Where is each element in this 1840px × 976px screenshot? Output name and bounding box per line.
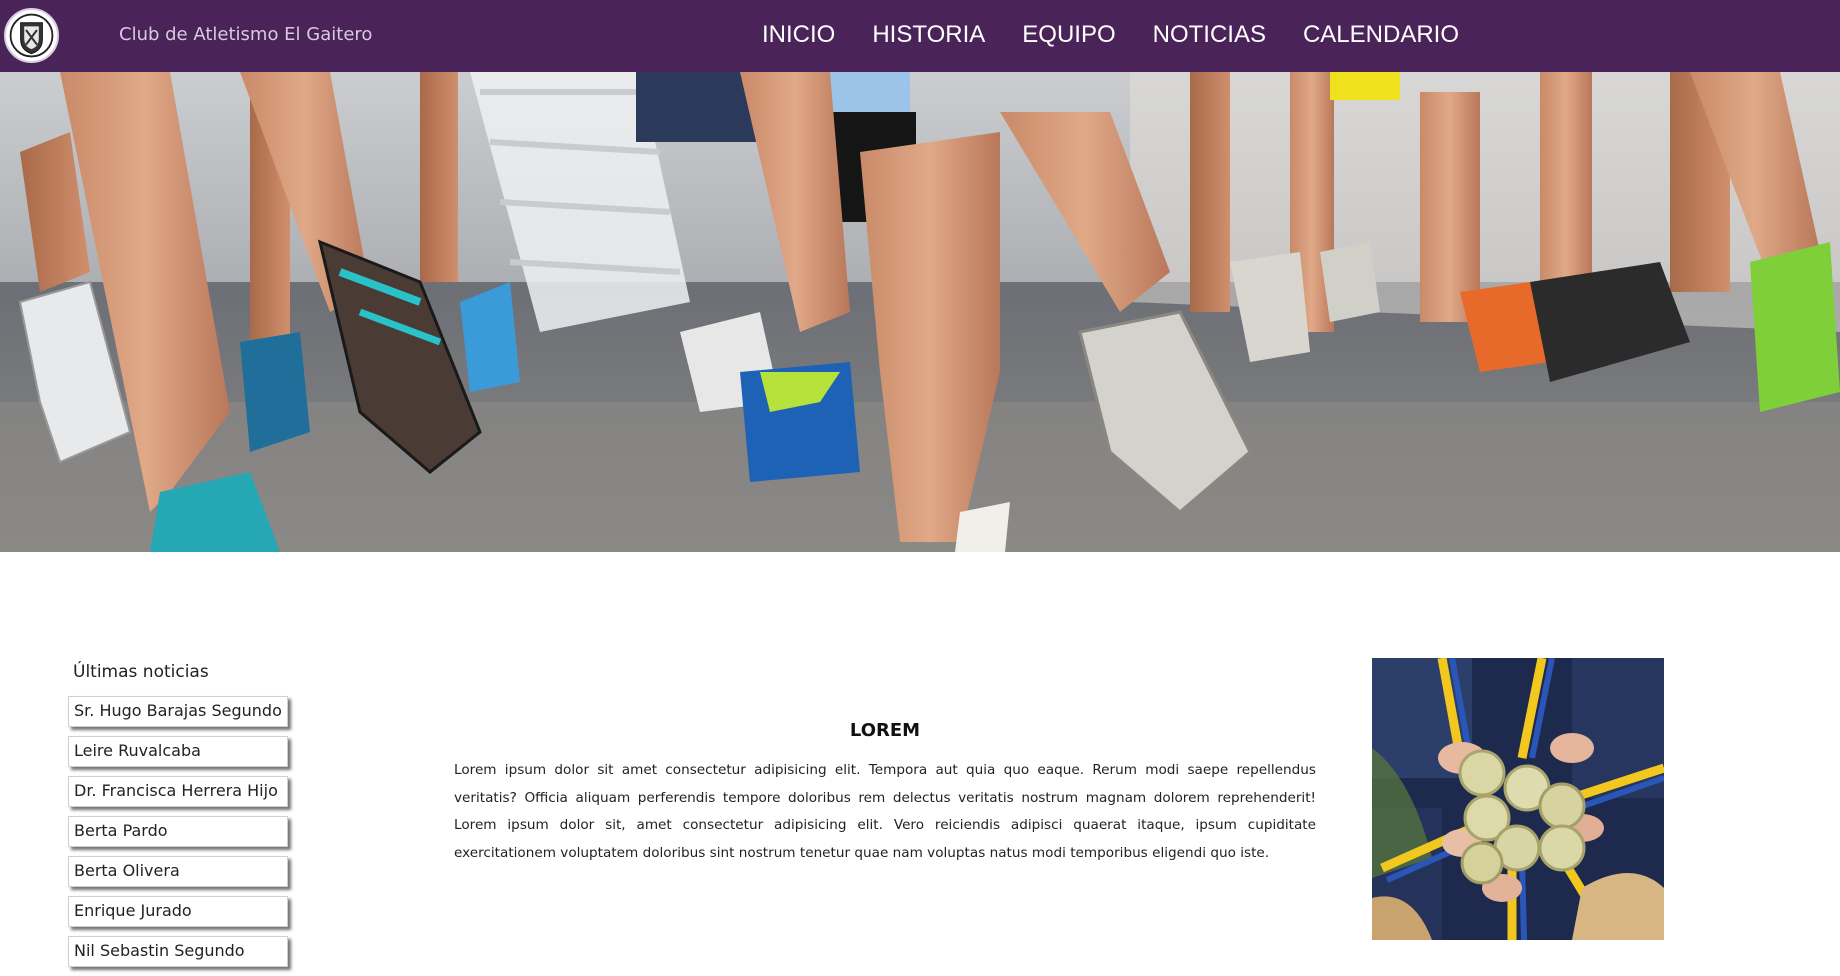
top-navigation-bar: Club de Atletismo El Gaitero INICIO HIST… — [0, 0, 1840, 72]
nav-inicio[interactable]: INICIO — [762, 18, 835, 52]
news-item[interactable]: Sr. Hugo Barajas Segundo — [68, 696, 288, 727]
article-body: Lorem ipsum dolor sit amet consectetur a… — [454, 762, 1316, 861]
nav-historia[interactable]: HISTORIA — [872, 18, 985, 52]
nav-noticias[interactable]: NOTICIAS — [1153, 18, 1266, 52]
news-item[interactable]: Dr. Francisca Herrera Hijo — [68, 776, 288, 807]
news-item[interactable]: Nil Sebastin Segundo — [68, 936, 288, 967]
article-section: LOREM Lorem ipsum dolor sit amet consect… — [454, 720, 1316, 867]
hero-runners-image — [0, 72, 1840, 552]
news-item[interactable]: Berta Olivera — [68, 856, 288, 887]
nav-equipo[interactable]: EQUIPO — [1022, 18, 1115, 52]
latest-news-sidebar: Últimas noticias Sr. Hugo Barajas Segund… — [68, 662, 308, 976]
medals-image — [1372, 658, 1664, 940]
news-item[interactable]: Berta Pardo — [68, 816, 288, 847]
site-title[interactable]: Club de Atletismo El Gaitero — [119, 24, 372, 45]
nav-calendario[interactable]: CALENDARIO — [1303, 18, 1459, 52]
main-navigation: INICIO HISTORIA EQUIPO NOTICIAS CALENDAR… — [762, 18, 1496, 52]
sidebar-title: Últimas noticias — [73, 662, 209, 682]
news-item[interactable]: Leire Ruvalcaba — [68, 736, 288, 767]
news-list: Sr. Hugo Barajas Segundo Leire Ruvalcaba… — [68, 696, 308, 967]
news-item[interactable]: Enrique Jurado — [68, 896, 288, 927]
article-title: LOREM — [849, 720, 921, 741]
club-crest-icon[interactable] — [4, 8, 59, 63]
